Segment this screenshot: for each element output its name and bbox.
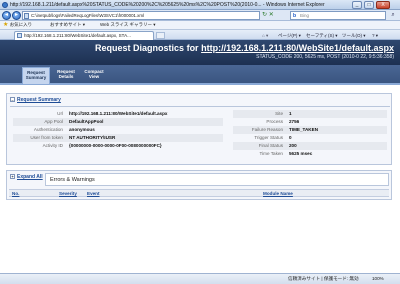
home-icon[interactable]: ⌂ ▾ [262, 32, 268, 39]
tab-page-icon [17, 33, 22, 38]
summary-left-table: Url http://192.168.1.211:80/WebSite1/def… [13, 110, 223, 150]
request-url-link[interactable]: http://192.168.1.211:80/WebSite1/default… [201, 43, 394, 53]
field-label-authentication: Authentication [33, 127, 63, 132]
ie-icon [2, 2, 8, 8]
request-summary-label: Request Summary [17, 97, 61, 103]
column-event[interactable]: Event [87, 191, 100, 196]
minimize-button[interactable]: _ [352, 1, 362, 9]
field-value-user: NT AUTHORITY\IUSR [69, 135, 116, 140]
report-header: Request Diagnostics for http://192.168.1… [0, 40, 400, 65]
new-tab-button[interactable] [156, 32, 165, 39]
table-row: Activity ID {00000000-0000-0000-0F00-008… [13, 142, 223, 150]
menu-help[interactable]: ? ▾ [372, 32, 378, 39]
table-row: Final Status 200 [233, 142, 387, 150]
field-label-user: User from token [30, 135, 63, 140]
field-label-failure-reason: Failure Reason [251, 127, 283, 132]
page-title: Request Diagnostics for http://192.168.1… [95, 43, 394, 53]
search-placeholder: Bing [300, 13, 310, 18]
table-row: App Pool DefaultAppPool [13, 118, 223, 126]
field-label-process: Process [266, 119, 283, 124]
field-label-time-taken: Time Taken [259, 151, 284, 156]
field-label-site: Site [275, 111, 283, 116]
tab-request-summary[interactable]: Request Summary [22, 67, 50, 84]
field-label-activity-id: Activity ID [42, 143, 63, 148]
security-zone: 信頼済みサイト | 保護モード: 無効 [288, 276, 359, 281]
search-icon[interactable]: ⌕ [388, 11, 398, 20]
bing-logo-icon: b [293, 13, 297, 19]
field-label-app-pool: App Pool [44, 119, 63, 124]
url-text: C:\inetpub\logs\FailedReqLogFiles\W3SVC1… [31, 13, 144, 18]
table-row: Failure Reason TIME_TAKEN [233, 126, 387, 134]
close-button[interactable]: X [376, 1, 390, 9]
menu-page[interactable]: ページ(P) ▾ [278, 32, 301, 39]
back-button[interactable]: ◂ [2, 11, 11, 20]
menu-tools[interactable]: ツール(O) ▾ [342, 32, 366, 39]
field-label-final-status: Final Status [258, 143, 283, 148]
request-summary-heading[interactable]: – Request Summary [10, 97, 61, 103]
url-input[interactable]: C:\inetpub\logs\FailedReqLogFiles\W3SVC1… [22, 11, 260, 20]
summary-right-table: Site 1 Process 2756 Failure Reason TIME_… [233, 110, 387, 158]
maximize-button[interactable]: □ [364, 1, 374, 9]
field-value-final-status: 200 [289, 143, 297, 148]
window-title: http://192.168.1.211/default.aspx%20STAT… [10, 2, 325, 8]
field-value-time-taken: 5625 msec [289, 151, 313, 156]
favorites-item-suggested[interactable]: おすすめサイト ▾ [50, 21, 85, 29]
page-icon [24, 13, 29, 19]
column-severity[interactable]: Severity [59, 191, 77, 196]
column-module-name[interactable]: Module Name [263, 191, 293, 196]
table-row: Trigger Status 0 [233, 134, 387, 142]
request-summary-section: – Request Summary Url http://192.168.1.21… [6, 93, 392, 165]
tab-compact-view[interactable]: Compact View [80, 67, 108, 84]
tab-request-details[interactable]: Request Details [52, 67, 80, 84]
field-value-trigger-status: 0 [289, 135, 292, 140]
field-value-site: 1 [289, 111, 292, 116]
expand-all-link[interactable]: + Expand All [10, 174, 43, 180]
menu-safety[interactable]: セーフティ(S) ▾ [306, 32, 337, 39]
field-value-failure-reason: TIME_TAKEN [289, 127, 319, 132]
field-value-url: http://192.168.1.211:80/WebSite1/default… [69, 111, 168, 116]
field-value-process: 2756 [289, 119, 300, 124]
expand-all-label: Expand All [17, 174, 43, 180]
tab-bar: http://192.168.1.211:80/WebSite1/default… [0, 30, 400, 40]
forward-button[interactable]: ▸ [12, 11, 21, 20]
favorites-item-webslice[interactable]: Web スライス ギャラリー ▾ [100, 21, 156, 29]
table-row: Process 2756 [233, 118, 387, 126]
field-value-activity-id: {00000000-0000-0000-0F00-0080000000FC} [69, 143, 162, 148]
table-row: Time Taken 5625 msec [233, 150, 387, 158]
page-subtitle: STATUS_CODE 200, 5625 ms, POST (2010-0 2… [256, 54, 394, 60]
field-value-app-pool: DefaultAppPool [69, 119, 104, 124]
tab-title: http://192.168.1.211:80/WebSite1/default… [24, 33, 131, 38]
title-prefix: Request Diagnostics for [95, 43, 202, 53]
errors-table-header: No. Severity Event Module Name [9, 189, 389, 197]
field-label-trigger-status: Trigger Status [254, 135, 283, 140]
divider [10, 106, 390, 107]
favorites-bar: ★ お気に入り おすすめサイト ▾ Web スライス ギャラリー ▾ [0, 21, 400, 30]
errors-title-box: Errors & Warnings [45, 173, 389, 186]
zoom-level[interactable]: 100% [372, 274, 384, 284]
collapse-icon[interactable]: – [10, 97, 15, 103]
table-row: User from token NT AUTHORITY\IUSR [13, 134, 223, 142]
field-value-authentication: anonymous [69, 127, 95, 132]
expand-icon[interactable]: + [10, 174, 15, 180]
favorites-label: お気に入り [9, 22, 33, 27]
search-input[interactable]: b Bing [290, 11, 386, 20]
table-row: Url http://192.168.1.211:80/WebSite1/def… [13, 110, 223, 118]
browser-tab[interactable]: http://192.168.1.211:80/WebSite1/default… [14, 31, 154, 40]
report-nav: Request Summary Request Details Compact … [0, 65, 400, 85]
table-row: Authentication anonymous [13, 126, 223, 134]
table-row: Site 1 [233, 110, 387, 118]
field-label-url: Url [57, 111, 63, 116]
errors-section: + Expand All Errors & Warnings No. Severi… [6, 170, 392, 200]
window-title-bar: http://192.168.1.211/default.aspx%20STAT… [0, 0, 400, 10]
address-bar: ◂ ▸ C:\inetpub\logs\FailedReqLogFiles\W3… [0, 10, 400, 21]
status-bar: 信頼済みサイト | 保護モード: 無効 100% [0, 273, 400, 284]
column-no[interactable]: No. [12, 191, 19, 196]
refresh-stop-icons[interactable]: ↻ ✕ [262, 11, 284, 20]
favorites-star-icon[interactable]: ★ お気に入り [3, 21, 32, 29]
errors-title: Errors & Warnings [50, 177, 95, 183]
